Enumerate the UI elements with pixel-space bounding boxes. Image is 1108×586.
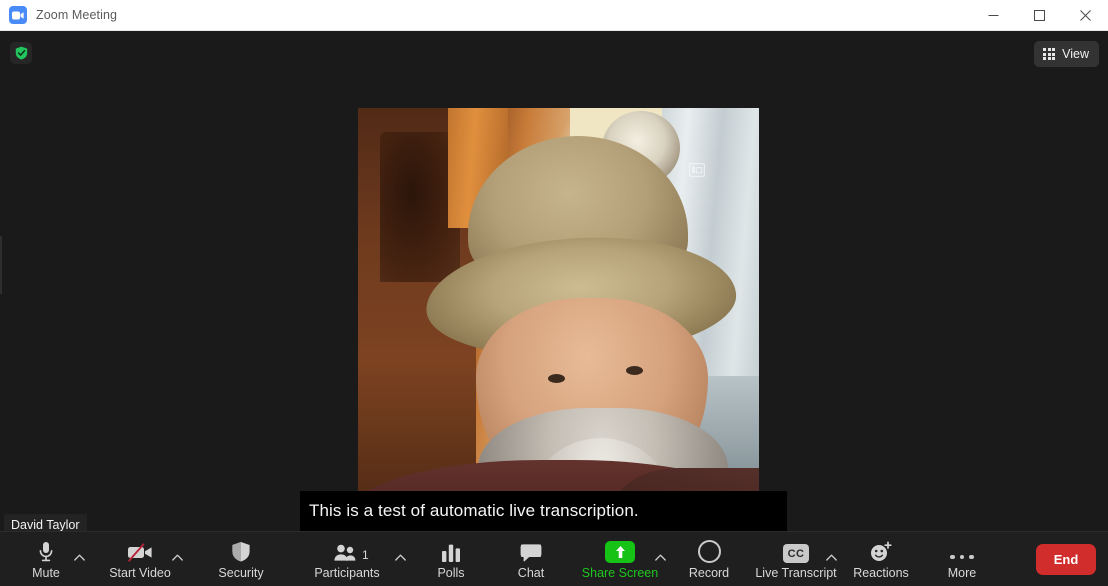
- close-icon[interactable]: [1062, 0, 1108, 31]
- meeting-toolbar: Mute Start Video Security Participants 1…: [0, 531, 1108, 586]
- toolbar-button-chat[interactable]: Chat: [501, 532, 561, 586]
- zoom-camera-icon: [9, 6, 27, 24]
- bar-chart-icon: [440, 539, 462, 563]
- participants-icon: [333, 539, 361, 563]
- video-person-eye-left: [548, 374, 565, 383]
- video-person-eye-right: [626, 366, 643, 375]
- video-off-icon: [126, 539, 154, 563]
- toolbar-button-reactions[interactable]: Reactions: [844, 532, 918, 586]
- toolbar-label-mute: Mute: [32, 566, 60, 580]
- participants-count-badge: 1: [362, 548, 369, 562]
- meeting-stage: View This is a test of automatic live tr…: [0, 31, 1108, 531]
- view-button[interactable]: View: [1034, 41, 1099, 67]
- cc-badge-text: CC: [783, 544, 809, 563]
- record-circle-icon: [697, 539, 721, 563]
- participants-options-chevron-icon[interactable]: [393, 550, 407, 564]
- shield-icon: [231, 539, 251, 563]
- closed-caption-icon: CC: [783, 539, 809, 563]
- grid-icon: [1043, 48, 1056, 60]
- participant-name-label: David Taylor: [4, 514, 87, 531]
- shield-check-icon[interactable]: [10, 42, 32, 64]
- picture-in-picture-icon[interactable]: [689, 163, 706, 178]
- reactions-smiley-icon: [869, 539, 893, 563]
- microphone-icon: [38, 539, 54, 563]
- toolbar-label-reactions: Reactions: [853, 566, 909, 580]
- toolbar-label-live-transcript: Live Transcript: [755, 566, 837, 580]
- view-button-label: View: [1062, 47, 1089, 61]
- zoom-meeting-window: Zoom Meeting View This is a test of auto…: [0, 0, 1108, 586]
- share-screen-options-chevron-icon[interactable]: [653, 550, 667, 564]
- toolbar-label-start-video: Start Video: [109, 566, 171, 580]
- toolbar-label-security: Security: [218, 566, 264, 580]
- toolbar-button-mute[interactable]: Mute: [16, 532, 76, 586]
- ellipsis-icon: [950, 539, 974, 563]
- toolbar-button-record[interactable]: Record: [676, 532, 742, 586]
- toolbar-button-polls[interactable]: Polls: [421, 532, 481, 586]
- window-controls: [970, 0, 1108, 31]
- participant-video-tile[interactable]: [358, 108, 759, 530]
- toolbar-label-participants: Participants: [314, 566, 380, 580]
- toolbar-button-start-video[interactable]: Start Video: [100, 532, 180, 586]
- live-transcript-caption-bar[interactable]: This is a test of automatic live transcr…: [300, 491, 787, 531]
- mute-options-chevron-icon[interactable]: [72, 550, 86, 564]
- window-titlebar: Zoom Meeting: [0, 0, 1108, 31]
- toolbar-label-more: More: [947, 566, 977, 580]
- window-title: Zoom Meeting: [36, 8, 118, 22]
- toolbar-label-chat: Chat: [517, 566, 545, 580]
- end-meeting-button[interactable]: End: [1036, 544, 1096, 575]
- caption-text: This is a test of automatic live transcr…: [309, 501, 639, 520]
- maximize-icon[interactable]: [1016, 0, 1062, 31]
- toolbar-label-polls: Polls: [437, 566, 465, 580]
- toolbar-button-security[interactable]: Security: [206, 532, 276, 586]
- minimize-icon[interactable]: [970, 0, 1016, 31]
- toolbar-label-record: Record: [688, 566, 730, 580]
- video-options-chevron-icon[interactable]: [170, 550, 184, 564]
- chat-bubble-icon: [519, 539, 543, 563]
- toolbar-button-participants[interactable]: Participants: [305, 532, 389, 586]
- live-transcript-options-chevron-icon[interactable]: [824, 550, 838, 564]
- share-arrow-icon: [605, 539, 635, 563]
- stage-left-edge-marker: [0, 236, 2, 294]
- toolbar-label-share-screen: Share Screen: [581, 566, 659, 580]
- toolbar-button-more[interactable]: More: [932, 532, 992, 586]
